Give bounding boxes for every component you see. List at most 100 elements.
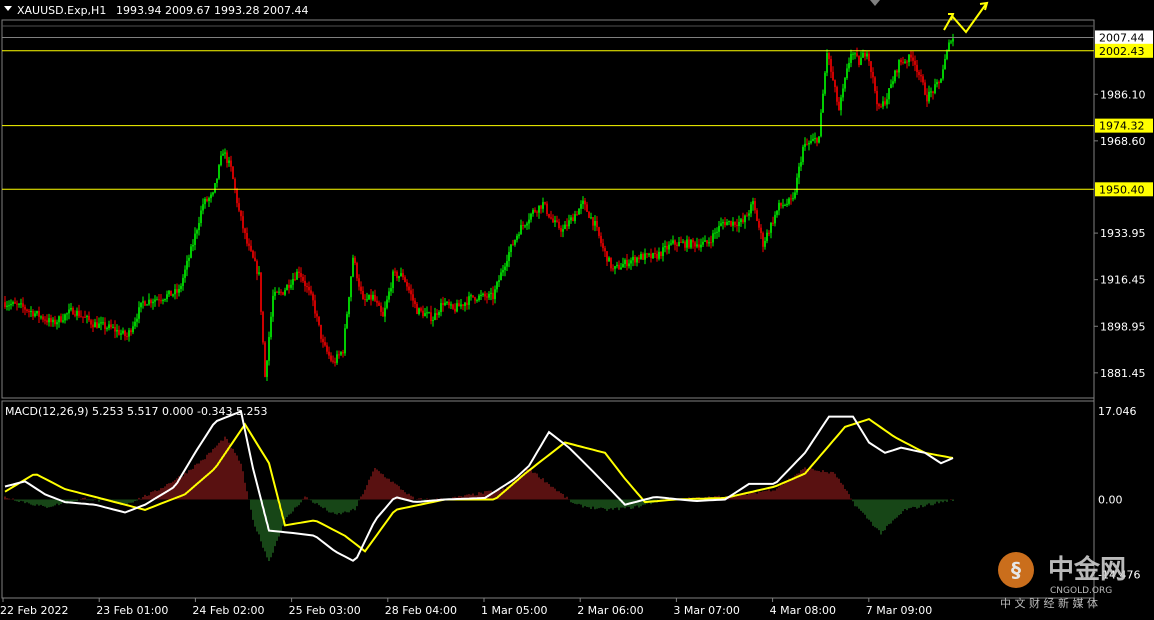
candle-body — [102, 322, 104, 324]
candle-body — [292, 279, 294, 285]
candle-body — [812, 138, 814, 141]
candle-body — [602, 243, 604, 249]
candle-body — [298, 271, 300, 274]
candle-body — [380, 305, 382, 312]
candle-body — [378, 302, 380, 306]
candle-body — [946, 50, 948, 59]
candle-body — [78, 310, 80, 317]
candle-body — [546, 203, 548, 214]
candle-body — [188, 257, 190, 261]
candle-body — [766, 232, 768, 241]
candle-body — [14, 302, 16, 304]
candle-body — [908, 54, 910, 63]
candle-body — [508, 252, 510, 262]
candle-body — [634, 256, 636, 263]
candle-body — [282, 292, 284, 295]
candle-body — [422, 310, 424, 317]
candle-body — [62, 320, 64, 322]
candle-body — [654, 253, 656, 255]
candle-body — [468, 296, 470, 305]
candle-body — [210, 194, 212, 199]
candle-body — [786, 203, 788, 206]
candle-body — [464, 302, 466, 306]
candle-body — [314, 300, 316, 314]
price-tick-label: 1968.60 — [1100, 135, 1146, 148]
candle-body — [54, 319, 56, 325]
candle-body — [110, 324, 112, 328]
candle-body — [948, 42, 950, 51]
candle-body — [296, 271, 298, 280]
candle-body — [774, 214, 776, 224]
candle-body — [164, 298, 166, 301]
candle-body — [492, 292, 494, 300]
candle-body — [334, 361, 336, 363]
candle-body — [578, 208, 580, 215]
candle-body — [730, 220, 732, 226]
candle-body — [712, 233, 714, 243]
candle-body — [734, 221, 736, 225]
candle-body — [70, 308, 72, 310]
candle-body — [486, 296, 488, 298]
candle-body — [52, 319, 54, 323]
candle-body — [266, 360, 268, 377]
candle-body — [470, 295, 472, 297]
candle-body — [556, 220, 558, 222]
candle-body — [716, 231, 718, 233]
candle-body — [444, 302, 446, 306]
candle-body — [740, 219, 742, 222]
candle-body — [558, 221, 560, 229]
candle-body — [926, 94, 928, 102]
candle-body — [686, 239, 688, 248]
candle-body — [32, 310, 34, 317]
candle-body — [310, 290, 312, 294]
candle-body — [640, 254, 642, 260]
candle-body — [704, 240, 706, 242]
candle-body — [228, 160, 230, 163]
candle-body — [382, 311, 384, 317]
candle-body — [316, 313, 318, 317]
candle-body — [46, 320, 48, 323]
candle-body — [870, 61, 872, 72]
candle-body — [750, 204, 752, 214]
candle-body — [390, 288, 392, 292]
candle-body — [186, 260, 188, 270]
candle-body — [312, 293, 314, 301]
candle-body — [676, 244, 678, 247]
candle-body — [484, 293, 486, 297]
candle-body — [238, 203, 240, 211]
candle-body — [48, 318, 50, 323]
candle-body — [736, 224, 738, 227]
time-tick-label: 25 Feb 03:00 — [289, 604, 361, 617]
candle-body — [852, 53, 854, 55]
ohlc-readout: 1993.94 2009.67 1993.28 2007.44 — [116, 4, 308, 17]
candle-body — [510, 244, 512, 253]
candle-body — [44, 319, 46, 321]
time-tick-label: 1 Mar 05:00 — [481, 604, 547, 617]
candle-body — [246, 233, 248, 244]
candle-body — [170, 290, 172, 296]
candle-body — [830, 59, 832, 72]
candle-body — [512, 244, 514, 246]
candle-body — [180, 285, 182, 289]
candle-body — [176, 289, 178, 293]
candle-body — [16, 303, 18, 305]
candle-body — [258, 272, 260, 274]
candle-body — [800, 162, 802, 167]
candle-body — [916, 64, 918, 73]
candle-body — [566, 224, 568, 227]
candle-body — [370, 294, 372, 300]
candle-body — [374, 294, 376, 301]
candle-body — [828, 53, 830, 60]
candle-body — [128, 330, 130, 337]
candle-body — [144, 301, 146, 306]
candle-body — [678, 241, 680, 247]
candle-body — [562, 229, 564, 232]
candle-body — [338, 354, 340, 356]
candle-body — [172, 294, 174, 296]
candle-body — [458, 303, 460, 307]
candle-body — [92, 324, 94, 328]
candle-body — [608, 257, 610, 262]
price-tick-label: 1898.95 — [1100, 320, 1146, 333]
candle-body — [622, 263, 624, 268]
candle-body — [362, 290, 364, 300]
